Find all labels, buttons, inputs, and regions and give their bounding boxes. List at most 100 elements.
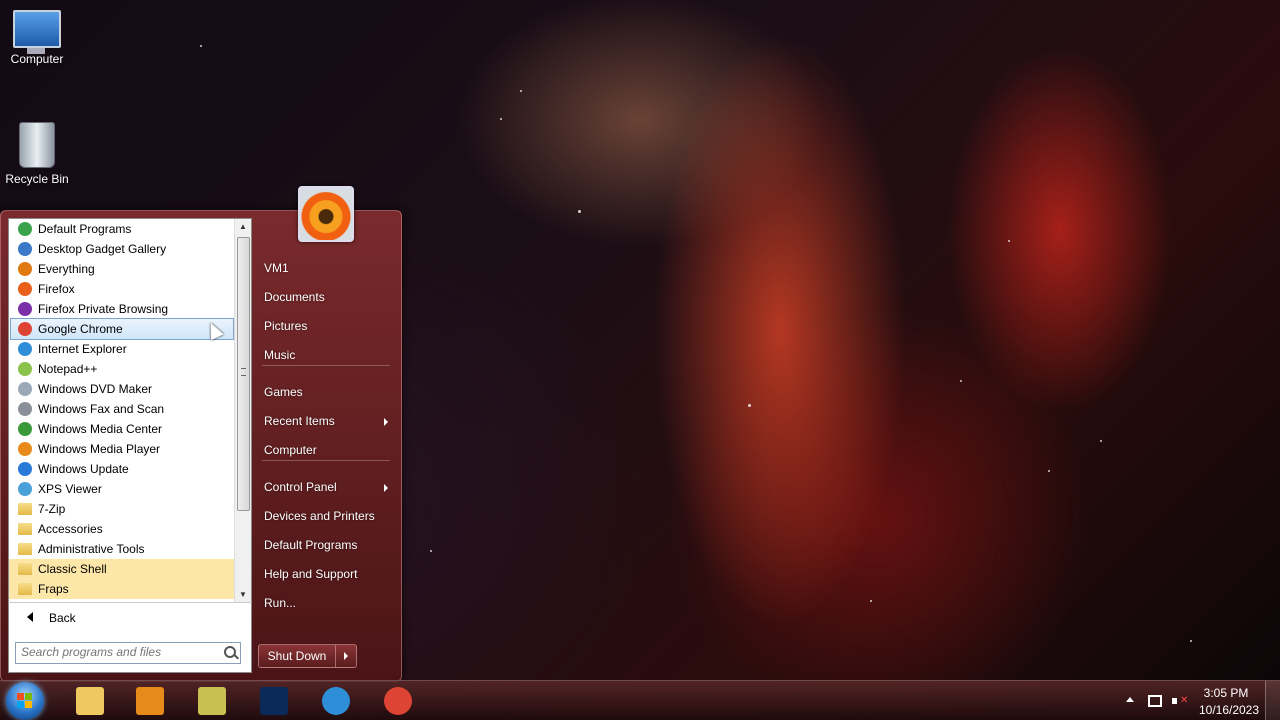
right-pane-item[interactable]: VM1	[258, 255, 392, 281]
taskbar-app-chrome[interactable]	[372, 683, 424, 719]
right-pane-item[interactable]: Devices and Printers	[258, 503, 392, 529]
shutdown-button[interactable]: Shut Down	[258, 644, 336, 668]
program-item[interactable]: Internet Explorer	[9, 339, 235, 359]
program-label: Windows DVD Maker	[38, 382, 153, 396]
taskbar: ✕ 3:05 PM 10/16/2023	[0, 680, 1280, 720]
program-item[interactable]: Everything	[9, 259, 235, 279]
programs-scrollbar[interactable]: ▲ ▼	[234, 219, 251, 603]
back-arrow-icon	[27, 612, 33, 622]
right-pane-item[interactable]: Default Programs	[258, 532, 392, 558]
program-label: 7-Zip	[38, 502, 66, 516]
taskbar-app-photoshop[interactable]	[248, 683, 300, 719]
right-pane-item[interactable]: Documents	[258, 284, 392, 310]
show-desktop-button[interactable]	[1265, 681, 1280, 720]
desktop-icon-computer[interactable]: Computer	[0, 10, 77, 66]
scroll-down-arrow-icon[interactable]: ▼	[235, 587, 251, 603]
star	[520, 90, 522, 92]
start-button[interactable]	[6, 682, 44, 720]
taskbar-app-internet-explorer[interactable]	[310, 683, 362, 719]
volume-muted-icon[interactable]: ✕	[1172, 695, 1188, 707]
program-label: XPS Viewer	[38, 482, 102, 496]
desktop-icon-recycle-bin[interactable]: Recycle Bin	[0, 122, 77, 186]
taskbar-app-media-player[interactable]	[124, 683, 176, 719]
folder-icon	[18, 543, 32, 555]
right-pane-item[interactable]: Help and Support	[258, 561, 392, 587]
program-label: Windows Fax and Scan	[38, 402, 165, 416]
star	[500, 118, 502, 120]
program-label: Default Programs	[38, 222, 132, 236]
taskbar-app-explorer[interactable]	[64, 683, 116, 719]
program-item[interactable]: Windows DVD Maker	[9, 379, 235, 399]
program-item[interactable]: Fraps	[9, 579, 235, 599]
windows-update-icon	[18, 462, 32, 476]
right-pane-item[interactable]: Games	[258, 379, 392, 405]
program-label: Fraps	[38, 582, 69, 596]
search-input[interactable]	[16, 643, 217, 661]
program-label: Windows Update	[38, 462, 129, 476]
right-pane-item-label: Documents	[264, 290, 325, 304]
program-item[interactable]: Administrative Tools	[9, 539, 235, 559]
recycle-bin-icon	[19, 122, 55, 168]
right-pane-item-label: VM1	[264, 261, 289, 275]
folder-icon	[18, 523, 32, 535]
programs-list: Default Programs Desktop Gadget Gallery Ev…	[9, 219, 235, 603]
star	[578, 210, 581, 213]
search-box[interactable]	[15, 642, 241, 664]
program-item[interactable]: Accessories	[9, 519, 235, 539]
program-item[interactable]: Google Chrome	[10, 318, 234, 340]
program-label: Classic Shell	[38, 562, 107, 576]
desktop-icon-label: Recycle Bin	[5, 172, 69, 186]
clock-date[interactable]: 10/16/2023	[1194, 703, 1264, 717]
program-item[interactable]: Windows Update	[9, 459, 235, 479]
dvd-maker-icon	[18, 382, 32, 396]
program-item[interactable]: XPS Viewer	[9, 479, 235, 499]
program-item[interactable]: 7-Zip	[9, 499, 235, 519]
program-item[interactable]: Windows Media Player	[9, 439, 235, 459]
program-label: Accessories	[38, 522, 103, 536]
program-label: Google Chrome	[38, 322, 123, 336]
start-menu: Default Programs Desktop Gadget Gallery Ev…	[0, 186, 402, 682]
right-pane-item[interactable]: Pictures	[258, 313, 392, 339]
gadget-gallery-icon	[18, 242, 32, 256]
back-label: Back	[49, 611, 76, 625]
taskbar-app-app-99[interactable]	[186, 683, 238, 719]
clock-time[interactable]: 3:05 PM	[1194, 686, 1258, 700]
right-pane-item-label: Run...	[264, 596, 297, 610]
media-player-icon	[136, 687, 164, 715]
program-label: Desktop Gadget Gallery	[38, 242, 167, 256]
program-item[interactable]: Windows Media Center	[9, 419, 235, 439]
star	[1048, 470, 1050, 472]
search-icon[interactable]	[224, 646, 236, 658]
folder-icon	[18, 583, 32, 595]
user-picture-avatar[interactable]	[298, 186, 354, 242]
back-button[interactable]: Back	[19, 609, 76, 627]
right-pane-item-label: Control Panel	[264, 480, 337, 494]
network-icon[interactable]	[1148, 695, 1162, 707]
photoshop-icon	[260, 687, 288, 715]
notepad-plus-icon	[18, 362, 32, 376]
program-item[interactable]: Classic Shell	[9, 559, 235, 579]
right-pane-item-label: Help and Support	[264, 567, 358, 581]
programs-list-panel: Default Programs Desktop Gadget Gallery Ev…	[8, 218, 252, 604]
windows-logo-icon	[17, 693, 33, 709]
right-pane-item[interactable]: Recent Items	[258, 408, 392, 434]
right-pane-item-label: Default Programs	[264, 538, 358, 552]
program-item[interactable]: Default Programs	[9, 219, 235, 239]
show-hidden-icons-arrow-icon[interactable]	[1126, 697, 1134, 702]
right-pane-item[interactable]: Control Panel	[258, 474, 392, 500]
program-label: Everything	[38, 262, 95, 276]
scroll-thumb[interactable]	[237, 237, 250, 511]
program-item[interactable]: Notepad++	[9, 359, 235, 379]
scroll-up-arrow-icon[interactable]: ▲	[235, 219, 251, 235]
program-item[interactable]: Windows Fax and Scan	[9, 399, 235, 419]
chrome-icon	[384, 687, 412, 715]
menu-separator	[262, 460, 390, 461]
program-item[interactable]: Firefox Private Browsing	[9, 299, 235, 319]
right-pane-item[interactable]: Run...	[258, 590, 392, 616]
program-item[interactable]: Firefox	[9, 279, 235, 299]
program-item[interactable]: Desktop Gadget Gallery	[9, 239, 235, 259]
right-pane-item-label: Pictures	[264, 319, 308, 333]
shutdown-options-arrow-icon[interactable]	[335, 644, 357, 668]
program-label: Administrative Tools	[38, 542, 145, 556]
media-center-icon	[18, 422, 32, 436]
